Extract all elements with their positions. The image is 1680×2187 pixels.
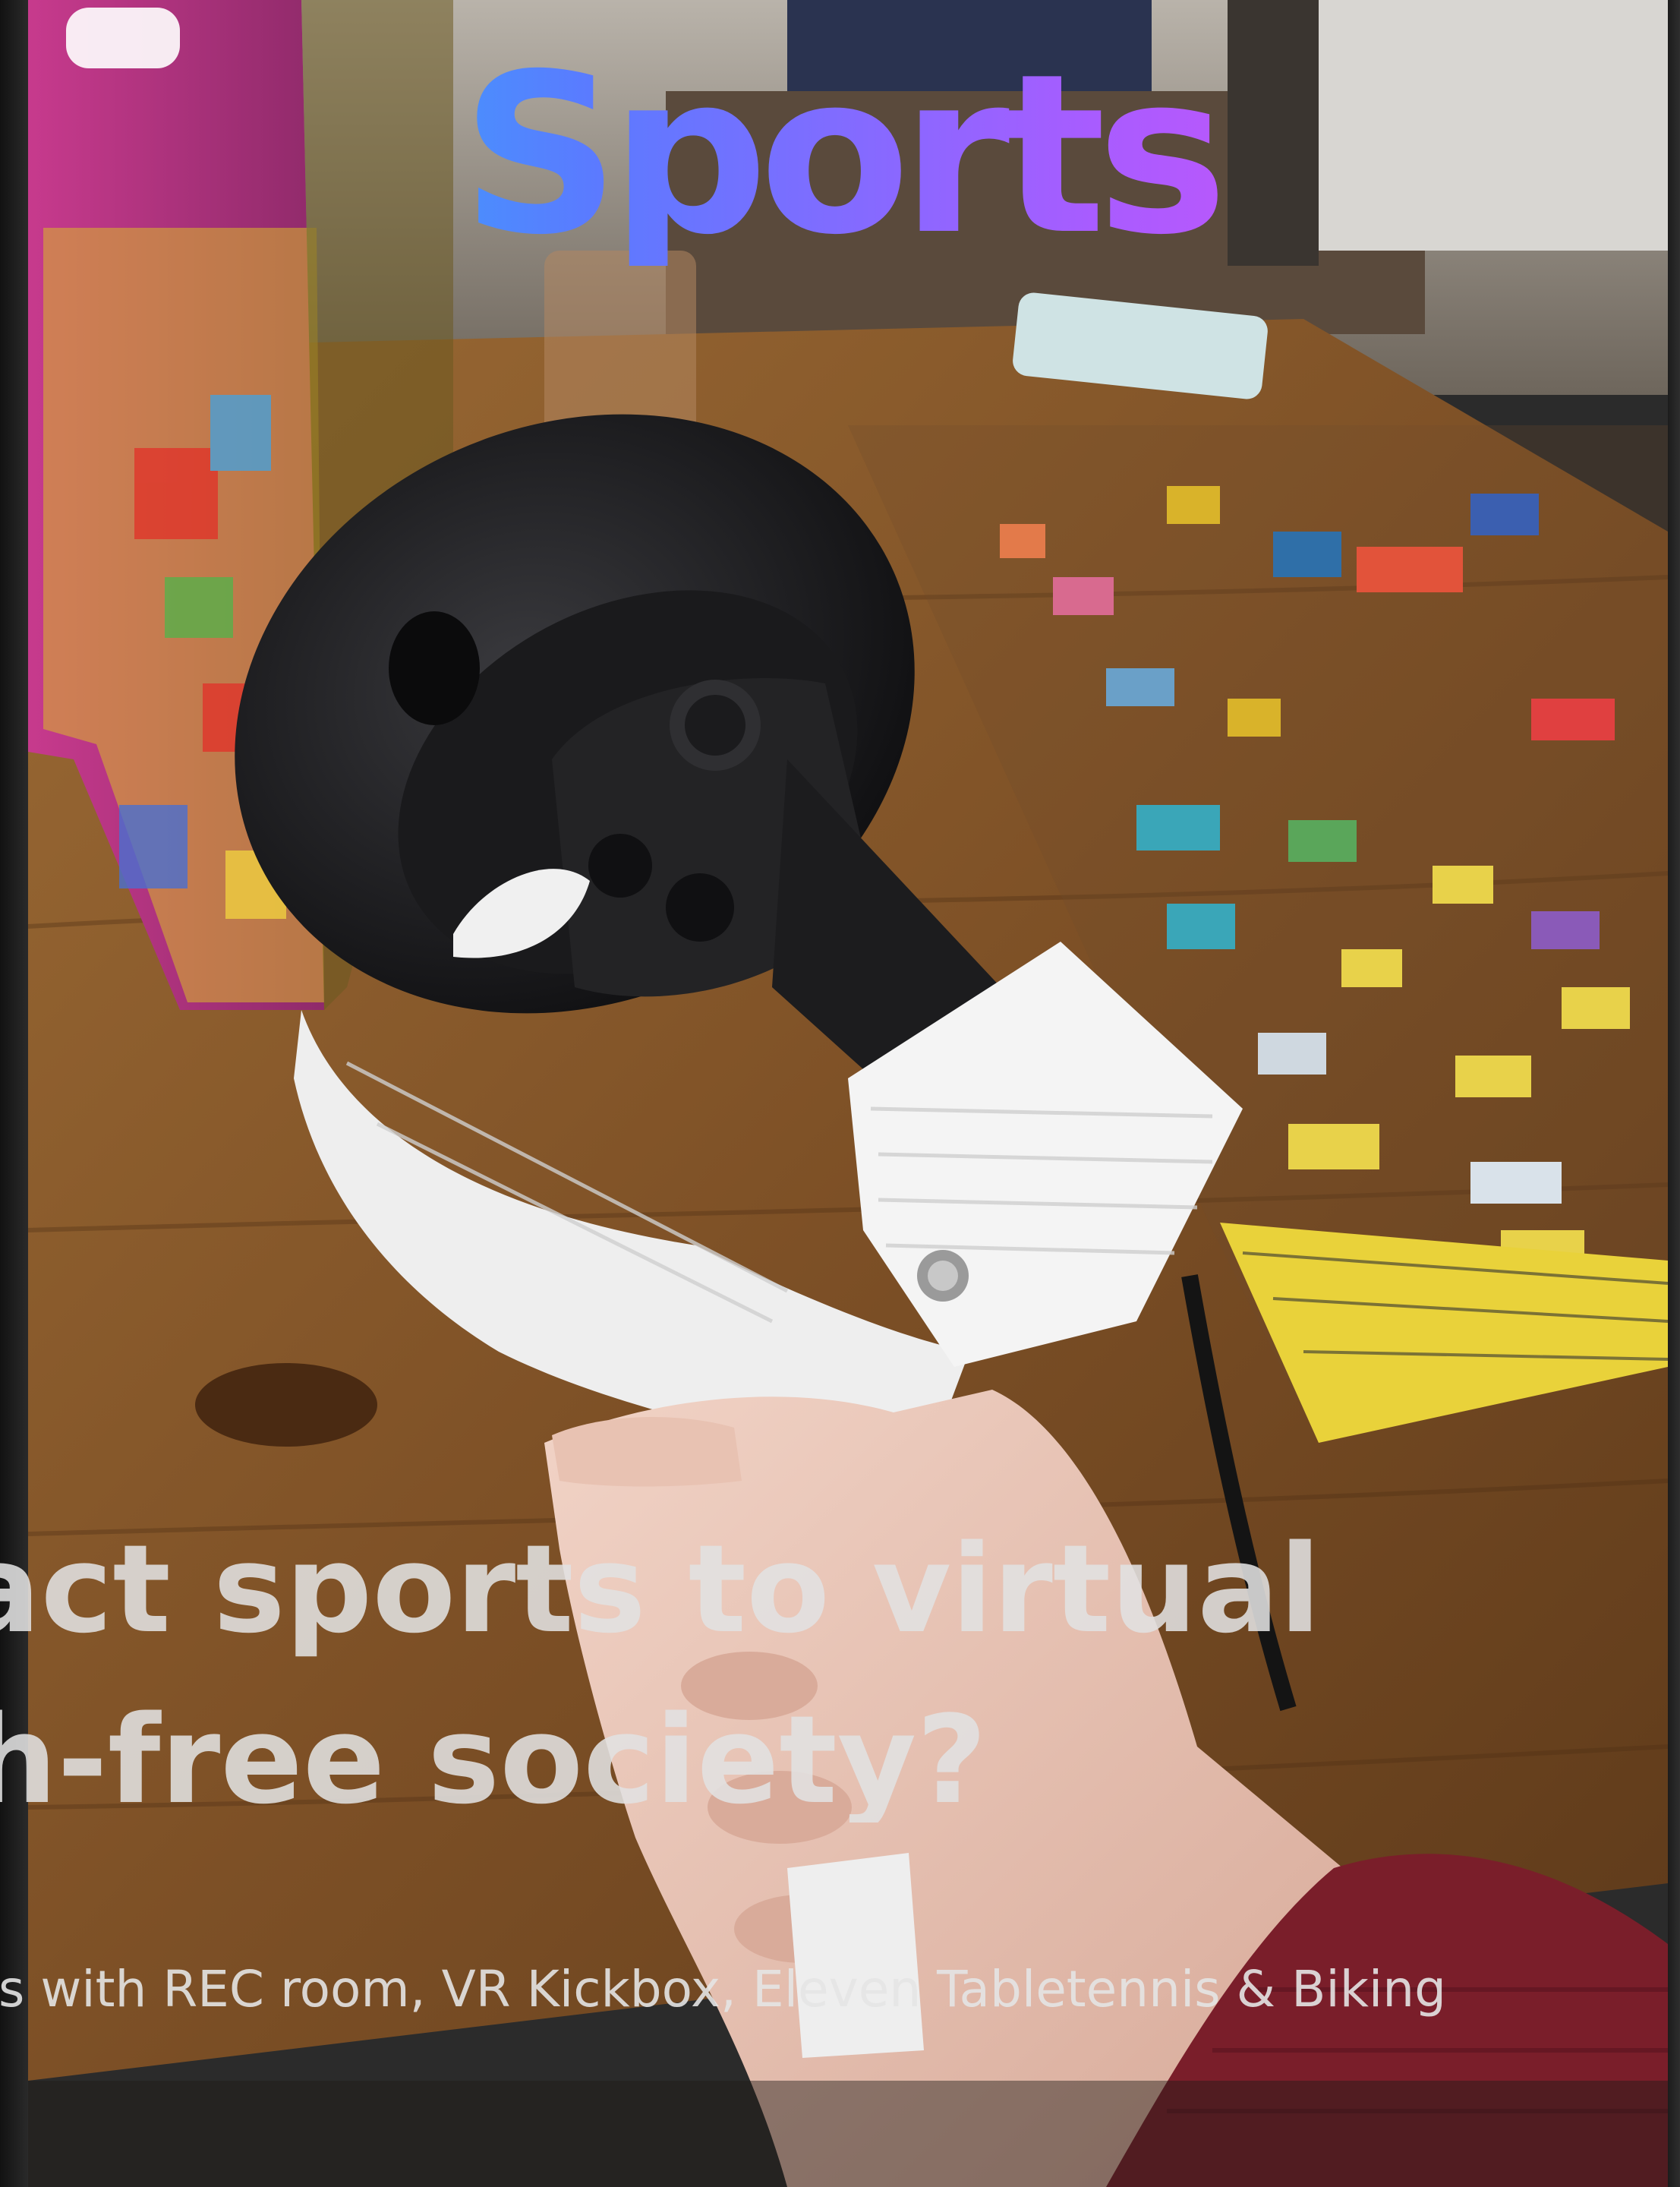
- ring-slot: [389, 611, 480, 725]
- wood-knot: [195, 1363, 377, 1447]
- headline-line-1: ntact sports to virtual: [0, 1518, 1321, 1660]
- button-x: [666, 873, 734, 942]
- subtitle-text: s with REC room, VR Kickbox, Eleven Tabl…: [0, 1960, 1446, 2018]
- background-photo: [28, 0, 1668, 2187]
- slide-headline: ntact sports to virtual ch-free society?: [0, 1504, 1336, 1822]
- headline-line-2: ch-free society?: [0, 1689, 987, 1822]
- button-y: [588, 834, 652, 898]
- window-frame-right: [1668, 0, 1680, 2187]
- slide-subtitle: s with REC room, VR Kickbox, Eleven Tabl…: [0, 1948, 1446, 2031]
- slide-title: Sports: [0, 46, 1680, 266]
- thumb: [552, 1417, 742, 1487]
- presentation-slide: Sports ntact sports to virtual ch-free s…: [0, 0, 1680, 2187]
- window-frame-left: [0, 0, 28, 2187]
